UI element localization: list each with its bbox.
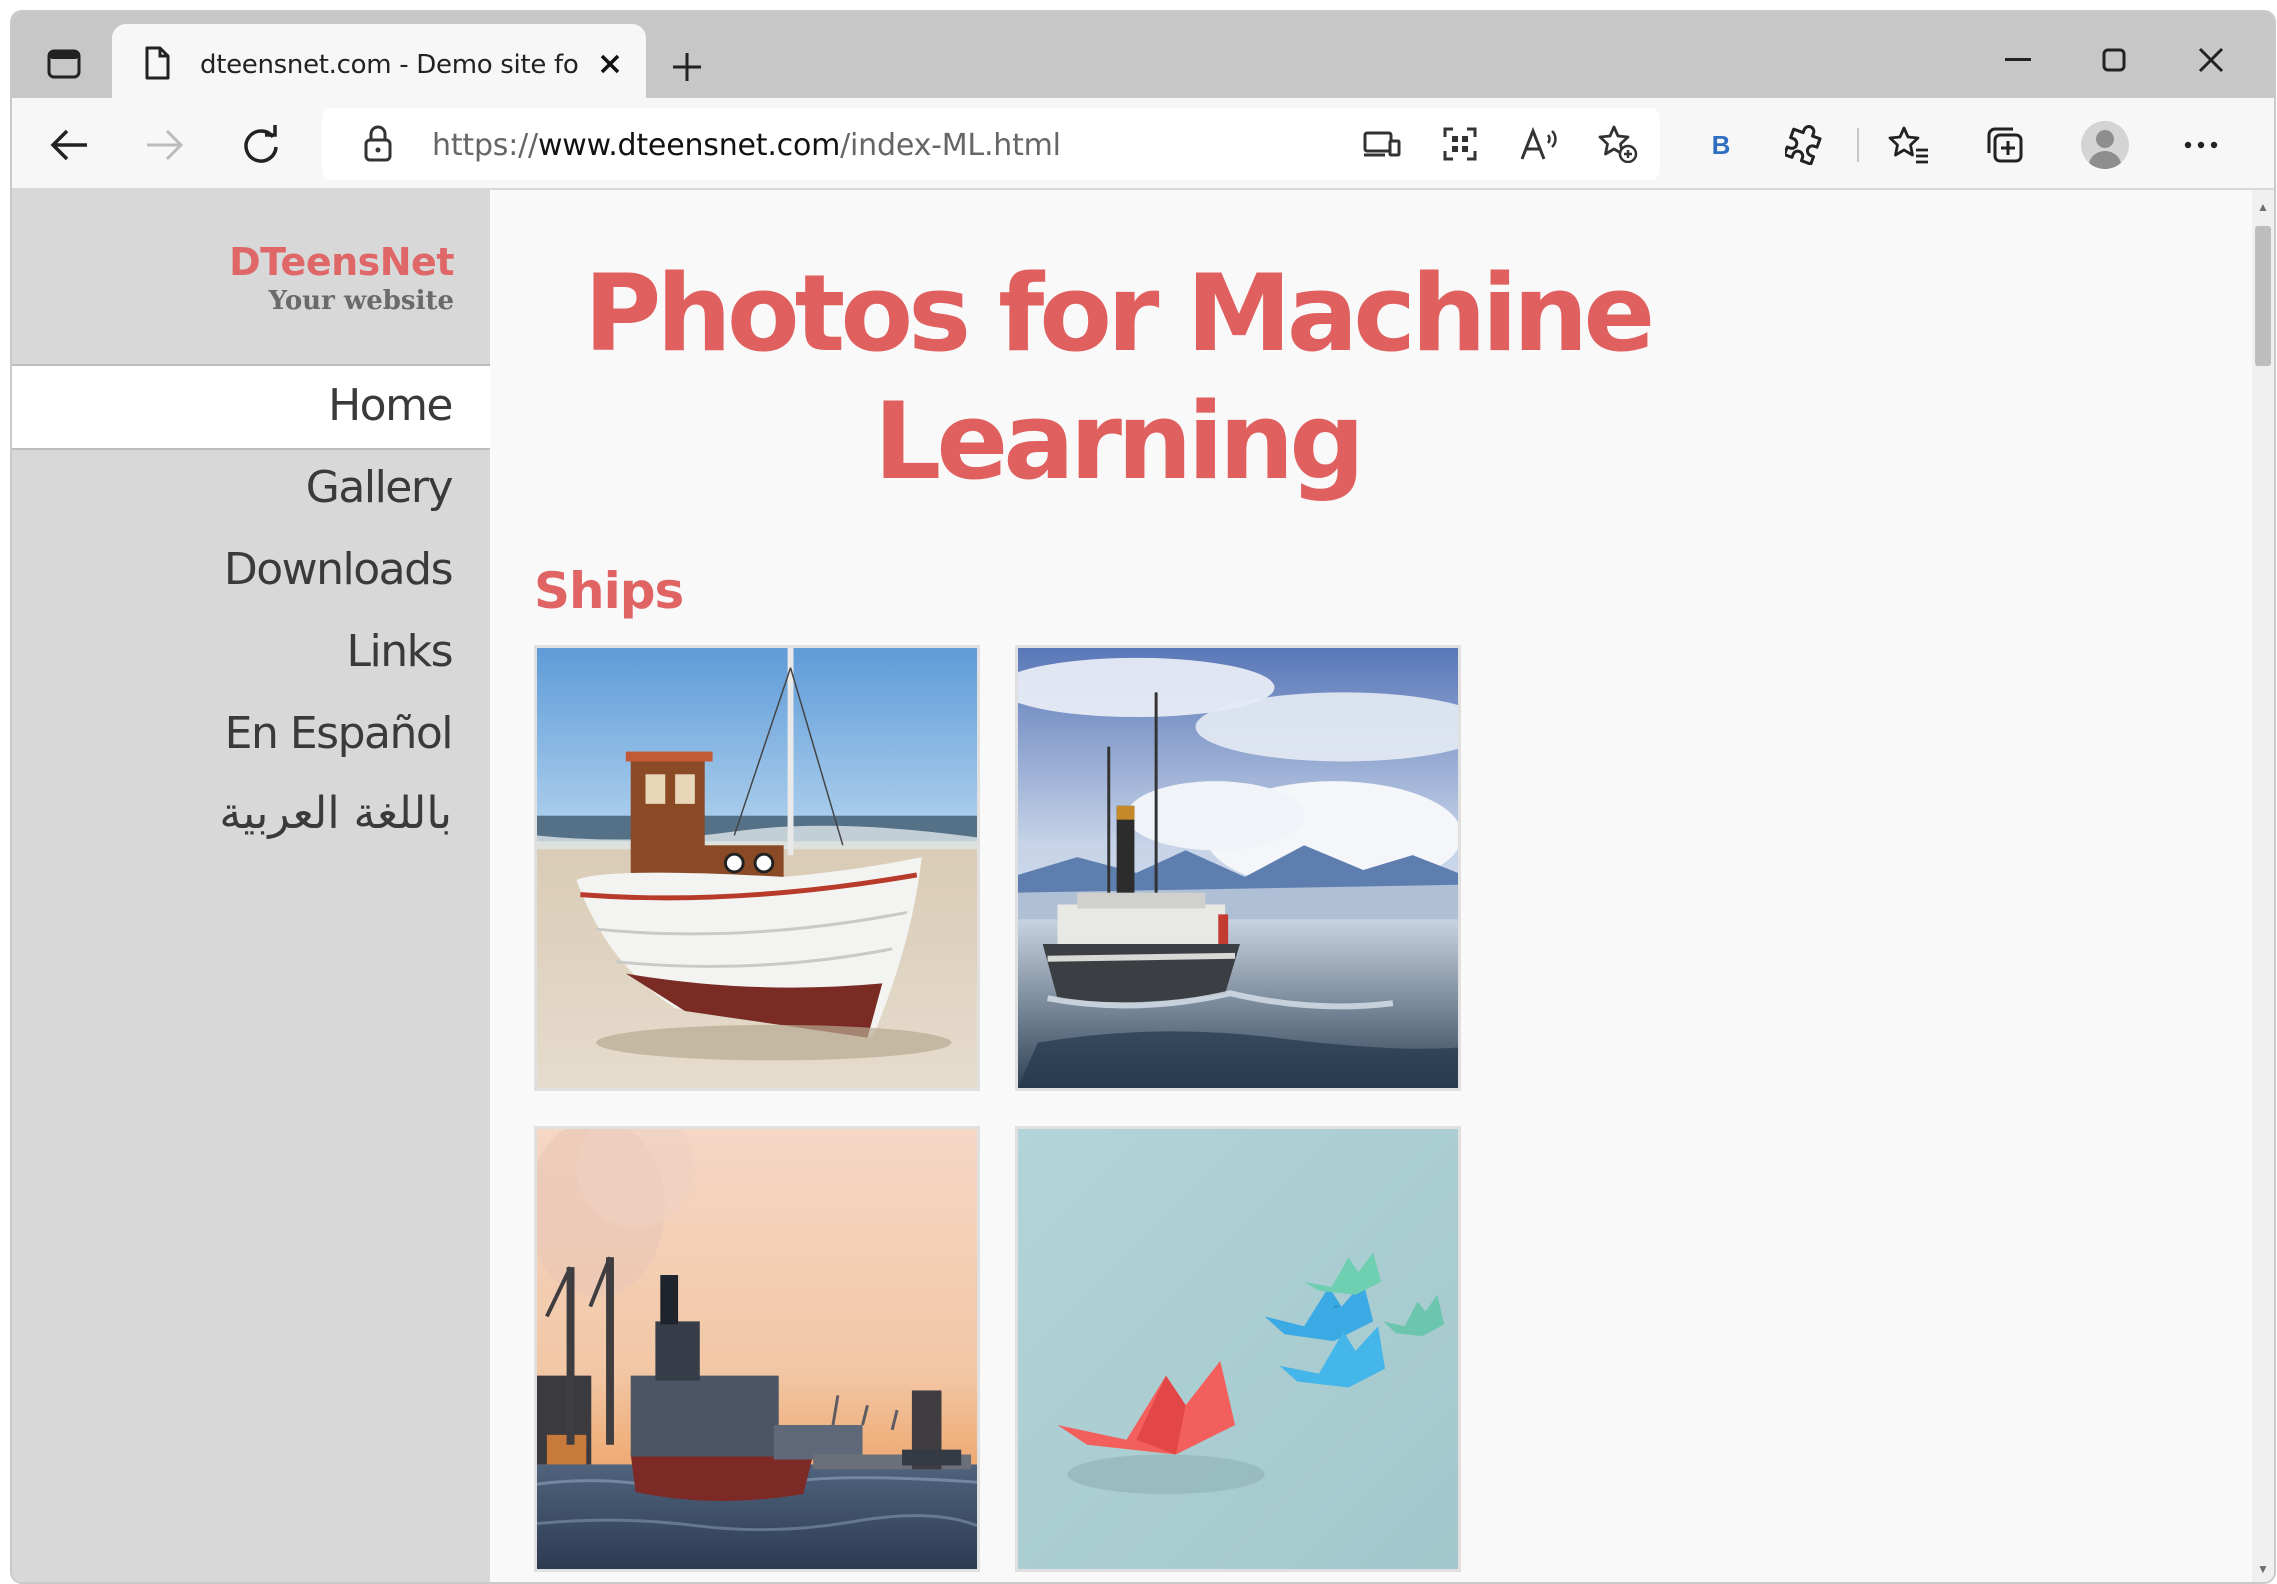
qr-code-icon bbox=[1443, 127, 1477, 161]
favorites-button[interactable] bbox=[1878, 114, 1940, 176]
tab-actions-icon bbox=[47, 49, 81, 79]
url-path: /index-ML.html bbox=[840, 128, 1061, 163]
photo-cargo-ship[interactable] bbox=[534, 1126, 980, 1572]
tab-strip: dteensnet.com - Demo site for D bbox=[12, 12, 2274, 100]
photo-paper-boats[interactable] bbox=[1015, 1126, 1461, 1572]
puzzle-icon bbox=[1785, 125, 1822, 165]
nav-item-label: Home bbox=[328, 380, 453, 431]
plus-icon bbox=[673, 53, 701, 81]
page-viewport: DTeensNet Your website Home Gallery Down… bbox=[12, 190, 2252, 1582]
scroll-down-icon[interactable]: ▼ bbox=[2256, 1562, 2270, 1576]
cargo-ship-image bbox=[537, 1129, 977, 1569]
lock-icon bbox=[364, 125, 392, 162]
minimize-button[interactable] bbox=[1983, 30, 2053, 90]
maximize-icon bbox=[2102, 48, 2126, 72]
fishing-boat-image bbox=[537, 648, 977, 1088]
toolbar-divider bbox=[1857, 128, 1859, 162]
nav-item-gallery[interactable]: Gallery bbox=[306, 462, 454, 513]
back-arrow-icon bbox=[50, 129, 87, 161]
page-title: Photos for Machine Learning bbox=[552, 250, 1682, 506]
refresh-button[interactable] bbox=[230, 114, 292, 176]
paper-boats-image bbox=[1018, 1129, 1458, 1569]
brand-tagline: Your website bbox=[268, 286, 454, 316]
scroll-up-icon[interactable]: ▲ bbox=[2256, 200, 2270, 214]
extensions-button[interactable] bbox=[1774, 114, 1836, 176]
browser-window: dteensnet.com - Demo site for D https://… bbox=[12, 12, 2274, 1582]
forward-arrow-icon bbox=[147, 129, 184, 161]
photo-steamship[interactable] bbox=[1015, 645, 1461, 1091]
bing-icon: B bbox=[1711, 129, 1731, 160]
section-heading: Ships bbox=[534, 562, 684, 620]
tab-actions-button[interactable] bbox=[34, 34, 94, 94]
nav-item-spanish[interactable]: En Español bbox=[225, 708, 454, 759]
url-host: www.dteensnet.com bbox=[537, 128, 841, 163]
collections-button[interactable] bbox=[1974, 114, 2036, 176]
app-available-button[interactable] bbox=[1358, 120, 1406, 168]
read-aloud-icon bbox=[1520, 127, 1557, 160]
close-window-button[interactable] bbox=[2176, 30, 2246, 90]
qr-code-button[interactable] bbox=[1436, 120, 1484, 168]
sidebar: DTeensNet Your website Home Gallery Down… bbox=[12, 190, 490, 1582]
tab-title: dteensnet.com - Demo site for D bbox=[200, 50, 580, 80]
new-tab-button[interactable] bbox=[658, 38, 716, 96]
app-available-icon bbox=[1363, 131, 1401, 157]
tab-close-button[interactable] bbox=[590, 44, 630, 84]
steamship-image bbox=[1018, 648, 1458, 1088]
scroll-thumb[interactable] bbox=[2255, 226, 2271, 366]
page-title-line-1: Photos for Machine bbox=[583, 252, 1656, 375]
photo-fishing-boat[interactable] bbox=[534, 645, 980, 1091]
star-add-icon bbox=[1598, 125, 1638, 163]
close-icon bbox=[600, 54, 620, 74]
nav-item-links[interactable]: Links bbox=[346, 626, 453, 677]
address-bar[interactable]: https://www.dteensnet.com/index-ML.html bbox=[322, 108, 1660, 180]
forward-button[interactable] bbox=[134, 114, 196, 176]
page-icon bbox=[145, 46, 170, 80]
close-icon bbox=[2198, 47, 2224, 73]
bing-button[interactable]: B bbox=[1690, 114, 1752, 176]
browser-toolbar: https://www.dteensnet.com/index-ML.html … bbox=[12, 98, 2274, 190]
profile-button[interactable] bbox=[2074, 114, 2136, 176]
nav-item-arabic[interactable]: باللغة العربية bbox=[219, 788, 452, 839]
vertical-scrollbar[interactable]: ▲ ▼ bbox=[2252, 190, 2274, 1582]
more-options-icon bbox=[2184, 141, 2218, 149]
read-aloud-button[interactable] bbox=[1516, 120, 1564, 168]
nav-item-downloads[interactable]: Downloads bbox=[224, 544, 454, 595]
refresh-icon bbox=[244, 125, 278, 163]
url-text[interactable]: https://www.dteensnet.com/index-ML.html bbox=[432, 128, 1061, 163]
favorites-icon bbox=[1888, 126, 1928, 164]
url-prefix: https:// bbox=[432, 128, 538, 163]
active-tab[interactable]: dteensnet.com - Demo site for D bbox=[112, 24, 646, 100]
minimize-icon bbox=[2005, 58, 2031, 61]
avatar bbox=[2081, 121, 2129, 169]
nav-item-home[interactable]: Home bbox=[12, 364, 490, 450]
favorite-button[interactable] bbox=[1594, 120, 1642, 168]
back-button[interactable] bbox=[38, 114, 100, 176]
site-brand[interactable]: DTeensNet Your website bbox=[229, 240, 454, 316]
more-options-button[interactable] bbox=[2170, 114, 2232, 176]
maximize-button[interactable] bbox=[2079, 30, 2149, 90]
collections-icon bbox=[1987, 127, 2023, 163]
page-title-line-2: Learning bbox=[873, 380, 1365, 503]
brand-name: DTeensNet bbox=[229, 240, 454, 284]
